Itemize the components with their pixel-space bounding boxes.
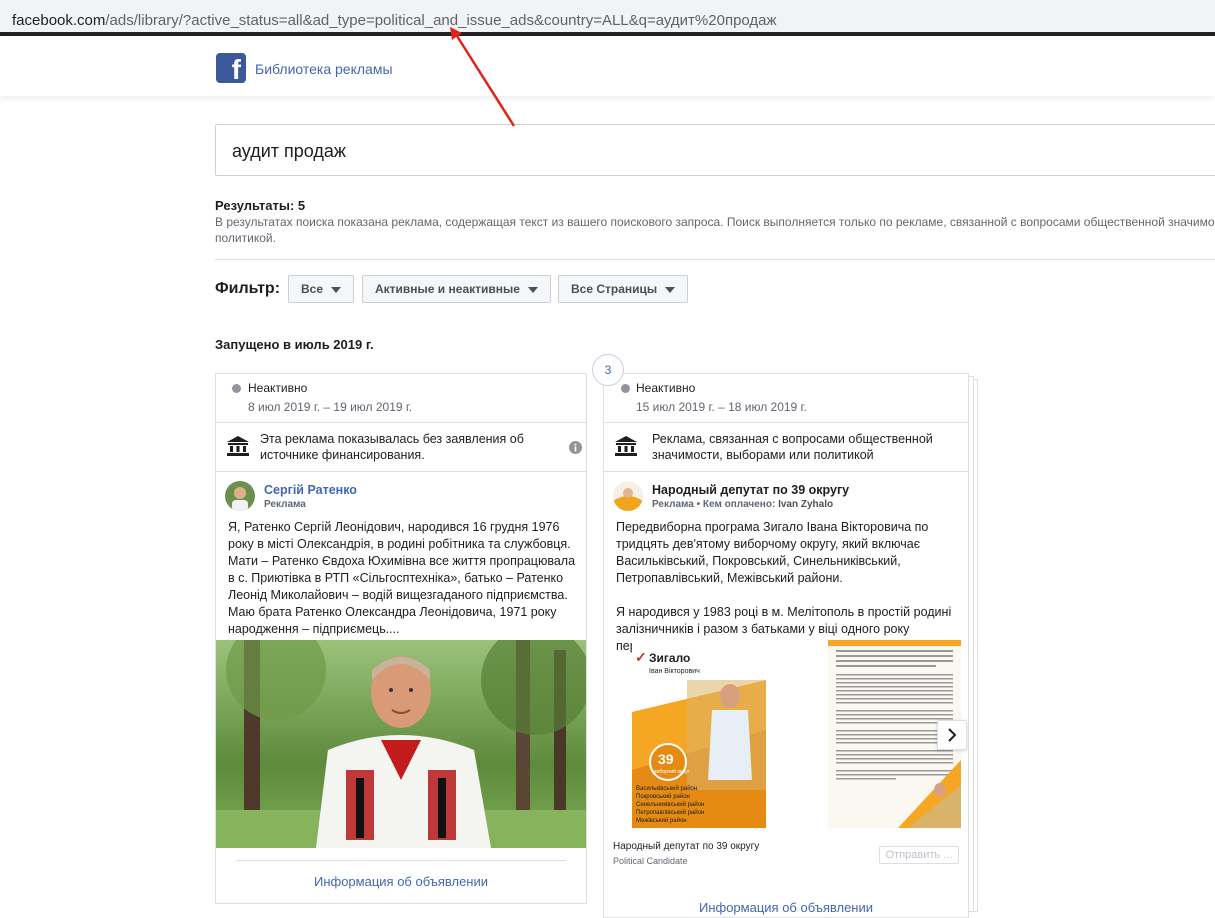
leaflet-name: Іван Вікторович [649, 667, 700, 675]
carousel-leaflet-image[interactable]: ✓ Зигало Іван Вікторович 39 виборчий окр… [632, 640, 766, 828]
caret-down-icon [331, 286, 342, 293]
filter-status-dropdown[interactable]: Активные и неактивные [362, 275, 551, 303]
page-name-link[interactable]: Народный депутат по 39 округу [652, 483, 849, 497]
search-input[interactable]: аудит продаж [215, 124, 1215, 176]
divider [216, 471, 586, 472]
divider [216, 422, 586, 423]
ad-body-text: Передвиборна програма Зигало Івана Вікто… [616, 520, 952, 653]
page-avatar[interactable] [225, 481, 255, 511]
caret-down-icon [527, 286, 538, 293]
ad-info-link[interactable]: Информация об объявлении [604, 900, 968, 915]
leaflet-district: Васильківський район [636, 785, 697, 792]
divider [604, 422, 968, 423]
url-host: facebook.com [12, 12, 106, 29]
ad-body-text: Я, Ратенко Сергій Леонідович, народився … [228, 520, 576, 636]
ad-count-badge: 3 [592, 354, 624, 386]
leaflet-brand: Зигало [649, 651, 690, 665]
ad-info-link[interactable]: Информация об объявлении [216, 874, 586, 889]
institution-icon [227, 436, 249, 456]
search-query-text: аудит продаж [232, 141, 346, 161]
payer-name: Ivan Zyhalo [778, 499, 834, 510]
sponsored-label: Реклама [264, 499, 306, 510]
sponsored-label: Реклама • Кем оплачено: [652, 499, 779, 510]
filter-label: Фильтр: [215, 280, 281, 297]
browser-address-bar[interactable]: facebook.com/ads/library/?active_status=… [0, 0, 1215, 36]
leaflet-district: Межівський район [636, 817, 687, 824]
divider [215, 259, 1215, 260]
results-description: В результатах поиска показана реклама, с… [215, 215, 1215, 245]
institution-icon [615, 436, 637, 456]
ad-photo-image[interactable] [216, 640, 586, 848]
leaflet-badge-text: виборчий округ [654, 768, 690, 775]
url-text[interactable]: facebook.com/ads/library/?active_status=… [12, 12, 777, 29]
sponsored-paid-by: Реклама • Кем оплачено: Ivan Zyhalo [652, 499, 833, 510]
divider [604, 471, 968, 472]
ad-status: Неактивно [636, 381, 696, 395]
facebook-logo-icon[interactable]: f [216, 53, 246, 85]
filter-all-dropdown[interactable]: Все [288, 275, 355, 303]
results-count: Результаты: 5 [215, 198, 306, 213]
political-ad-notice: Реклама, связанная с вопросами обществен… [652, 432, 933, 462]
carousel-caption-sub: Political Candidate [613, 856, 688, 866]
leaflet-district: Петропавлівський район [636, 809, 704, 816]
info-icon[interactable] [569, 441, 582, 454]
page-avatar[interactable] [613, 481, 643, 511]
chevron-right-icon [948, 728, 957, 742]
filter-all-label: Все [301, 282, 324, 296]
inactive-status-dot-icon [232, 384, 241, 393]
funding-notice: Эта реклама показывалась без заявления о… [260, 432, 524, 462]
divider [236, 860, 566, 861]
ad-status: Неактивно [248, 381, 308, 395]
carousel-next-button[interactable] [937, 720, 967, 750]
ad-dates: 15 июл 2019 г. – 18 июл 2019 г. [636, 400, 807, 414]
inactive-status-dot-icon [621, 384, 630, 393]
url-path: /ads/library/?active_status=all&ad_type=… [105, 12, 777, 29]
page-name-link[interactable]: Сергій Ратенко [264, 483, 357, 497]
leaflet-district: Синельниківський район [636, 801, 704, 808]
send-message-button[interactable]: Отправить ... [879, 846, 959, 864]
launched-section-heading: Запущено в июль 2019 г. [215, 337, 374, 352]
filter-pages-dropdown[interactable]: Все Страницы [558, 275, 689, 303]
filter-pages-label: Все Страницы [571, 282, 658, 296]
ad-dates: 8 июл 2019 г. – 19 июл 2019 г. [248, 400, 413, 414]
svg-text:✓: ✓ [635, 649, 647, 665]
leaflet-badge-number: 39 [658, 751, 674, 767]
leaflet-district: Покровський район [636, 793, 690, 800]
filter-status-label: Активные и неактивные [375, 282, 520, 296]
ad-library-brand-link[interactable]: Библиотека рекламы [255, 61, 393, 77]
caret-down-icon [665, 286, 676, 293]
top-navigation [0, 40, 1215, 96]
carousel-caption: Народный депутат по 39 округу [613, 841, 760, 852]
